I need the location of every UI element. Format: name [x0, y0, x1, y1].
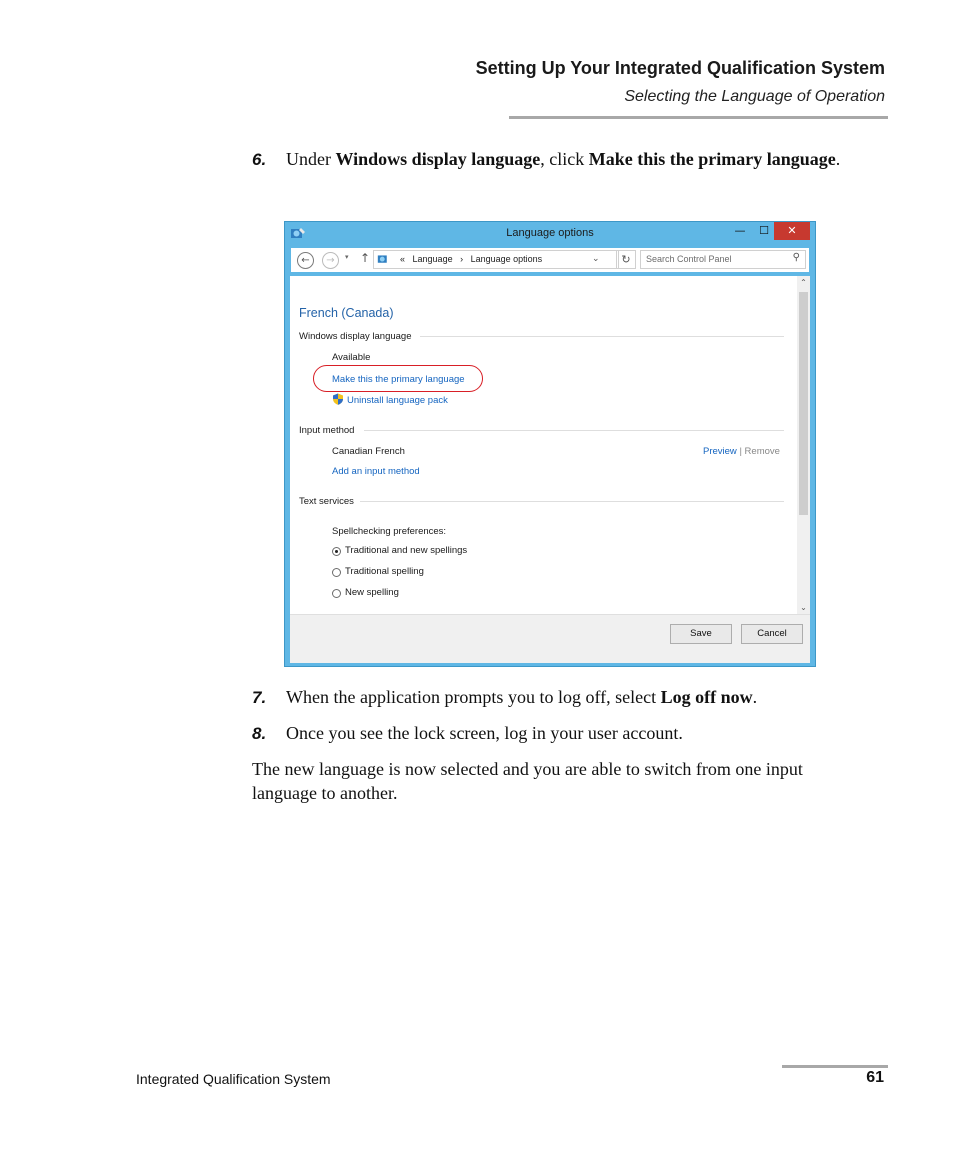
search-input[interactable]: Search Control Panel ⚲	[640, 250, 806, 269]
radio-label: Traditional and new spellings	[345, 545, 468, 556]
add-input-method-link[interactable]: Add an input method	[332, 466, 420, 477]
radio-new-spelling[interactable]	[332, 589, 341, 598]
input-method-actions: Preview | Remove	[703, 446, 780, 457]
step-number: 7.	[252, 688, 267, 707]
address-dropdown-icon[interactable]: ⌄	[592, 253, 600, 264]
step-text-bold: Windows display language	[335, 149, 541, 169]
control-panel-small-icon	[377, 255, 387, 263]
close-button[interactable]: ✕	[774, 222, 810, 240]
forward-arrow-icon[interactable]: →	[322, 252, 339, 269]
step-text: Once you see the lock screen, log in you…	[286, 723, 683, 743]
radio-label: Traditional spelling	[345, 566, 424, 577]
running-header-title: Setting Up Your Integrated Qualification…	[475, 58, 885, 78]
remove-link[interactable]: Remove	[745, 446, 780, 457]
minimize-button[interactable]: —	[729, 222, 751, 240]
radio-traditional-and-new[interactable]	[332, 547, 341, 556]
footer-product-name: Integrated Qualification System	[136, 1071, 331, 1087]
search-placeholder: Search Control Panel	[646, 254, 732, 264]
radio-label: New spelling	[345, 587, 399, 598]
footer-rule	[782, 1065, 888, 1068]
back-arrow-icon[interactable]: ←	[297, 252, 314, 269]
step-text: Under Windows display language, click Ma…	[286, 147, 846, 172]
scroll-up-icon[interactable]: ⌃	[797, 278, 810, 287]
language-heading: French (Canada)	[299, 306, 394, 320]
maximize-button[interactable]: ☐	[753, 222, 775, 240]
dialog-footer: Save Cancel	[290, 614, 810, 663]
scrollbar-thumb[interactable]	[799, 292, 808, 515]
breadcrumb: « Language › Language options	[400, 254, 542, 264]
breadcrumb-language-options[interactable]: Language options	[471, 254, 543, 264]
page-number: 61	[866, 1069, 884, 1086]
recent-pages-dropdown-icon[interactable]: ▾	[345, 253, 349, 261]
up-arrow-icon[interactable]: ↑	[360, 251, 370, 265]
address-bar[interactable]: « Language › Language options ⌄	[373, 250, 619, 269]
availability-status: Available	[332, 352, 371, 363]
step-number: 6.	[252, 150, 267, 169]
highlight-ring	[313, 365, 483, 392]
cancel-button[interactable]: Cancel	[741, 624, 803, 644]
step-text-part: .	[835, 149, 841, 169]
input-method-name: Canadian French	[332, 446, 405, 457]
uac-shield-icon	[333, 393, 343, 405]
title-bar: Language options — ☐ ✕	[285, 222, 815, 246]
section-divider	[420, 336, 784, 337]
language-options-window: Language options — ☐ ✕ ← → ▾ ↑ « Languag…	[284, 221, 816, 667]
step-text: When the application prompts you to log …	[286, 685, 846, 710]
preview-link[interactable]: Preview	[703, 446, 737, 457]
body-paragraph: The new language is now selected and you…	[252, 759, 803, 803]
search-icon[interactable]: ⚲	[793, 252, 800, 263]
section-divider	[364, 430, 784, 431]
breadcrumb-language[interactable]: Language	[413, 254, 453, 264]
step-text-part: Under	[286, 149, 336, 169]
breadcrumb-separator-icon: ›	[460, 254, 464, 264]
step-text-part: .	[752, 687, 758, 707]
breadcrumb-prefix[interactable]: «	[400, 254, 405, 264]
spellcheck-label: Spellchecking preferences:	[332, 526, 447, 537]
navigation-bar: ← → ▾ ↑ « Language › Language options ⌄ …	[291, 248, 809, 272]
running-header-subtitle: Selecting the Language of Operation	[624, 88, 885, 105]
step-text-bold: Make this the primary language	[588, 149, 836, 169]
section-text-services: Text services	[299, 496, 354, 507]
link-separator: |	[739, 446, 742, 457]
refresh-icon[interactable]: ↻	[616, 250, 636, 269]
scroll-down-icon[interactable]: ⌄	[797, 603, 810, 612]
section-input-method: Input method	[299, 425, 355, 436]
radio-traditional[interactable]	[332, 568, 341, 577]
step-text-part: When the application prompts you to log …	[286, 687, 661, 707]
content-pane: French (Canada) Windows display language…	[290, 276, 810, 614]
step-text-part: , click	[540, 149, 589, 169]
section-divider	[360, 501, 784, 502]
uninstall-language-pack-link[interactable]: Uninstall language pack	[347, 395, 448, 406]
step-text-bold: Log off now	[660, 687, 753, 707]
section-display-language: Windows display language	[299, 331, 412, 342]
save-button[interactable]: Save	[670, 624, 732, 644]
vertical-scrollbar[interactable]: ⌃ ⌄	[797, 276, 810, 614]
step-number: 8.	[252, 724, 267, 743]
header-rule	[509, 116, 888, 119]
